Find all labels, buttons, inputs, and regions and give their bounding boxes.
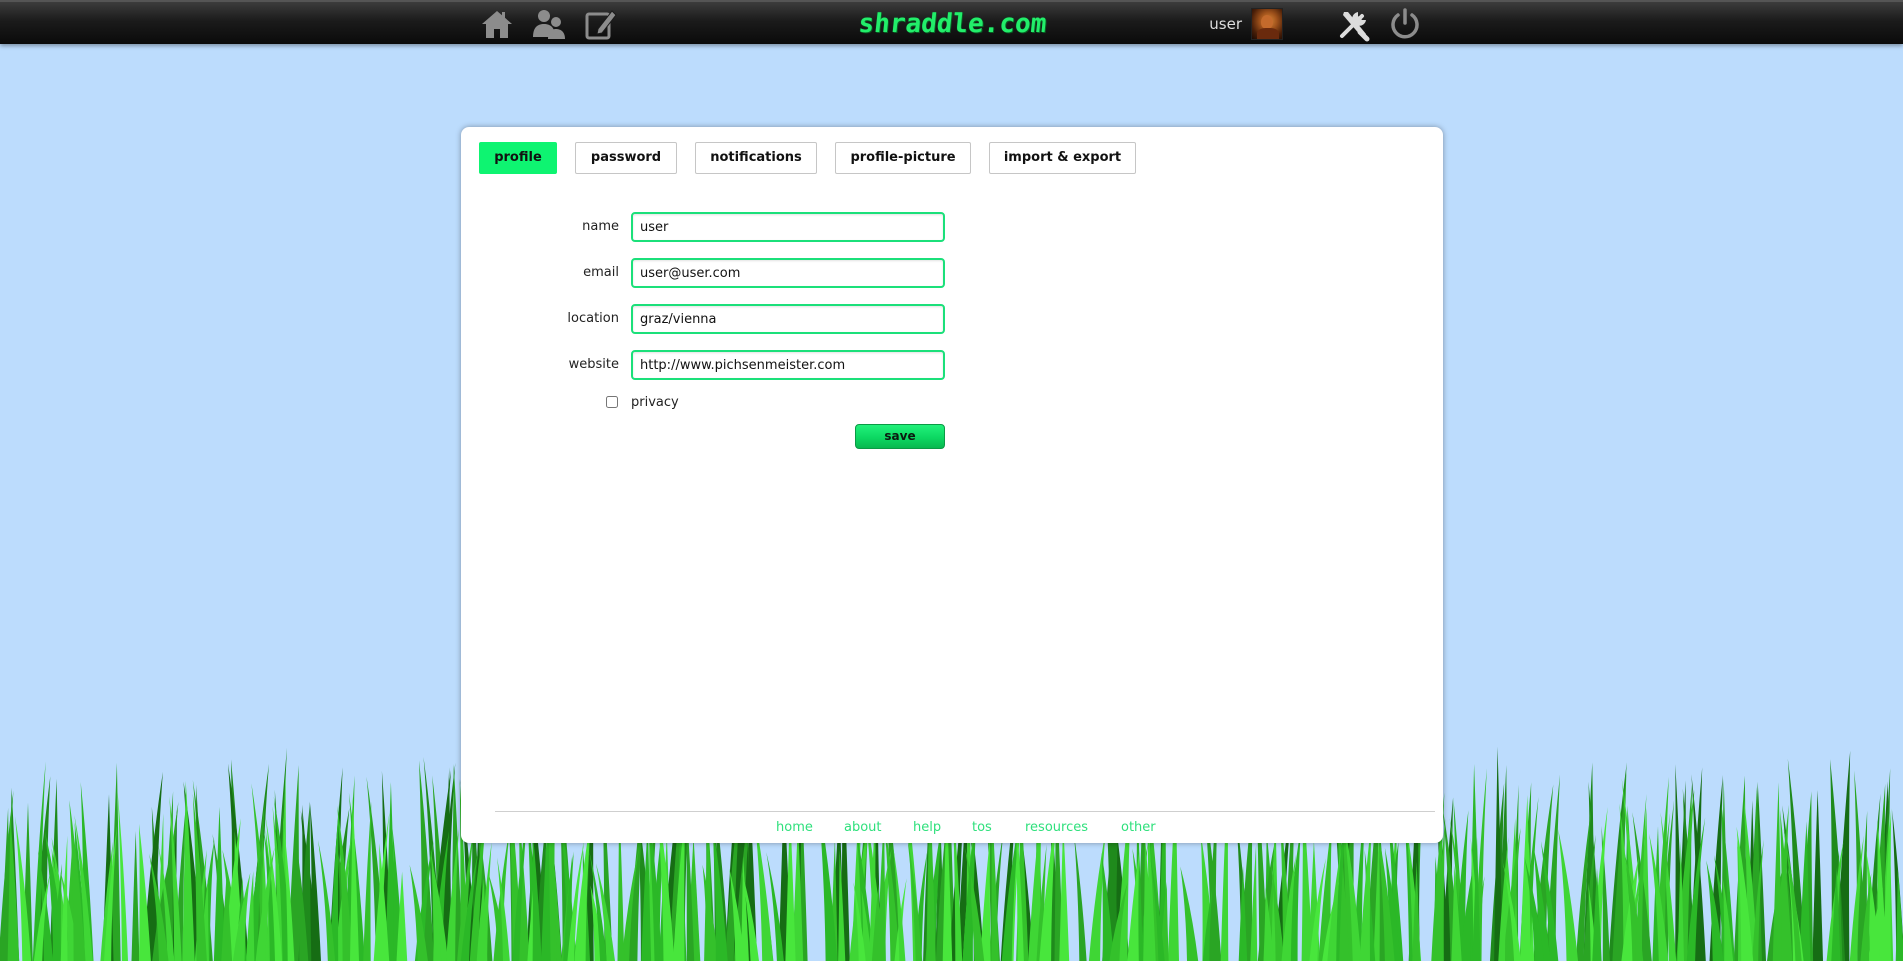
footer-link-tos[interactable]: tos [972, 819, 992, 837]
user-avatar[interactable] [1251, 8, 1283, 40]
friends-icon[interactable] [531, 6, 567, 42]
privacy-checkbox[interactable] [606, 396, 618, 408]
footer-link-help[interactable]: help [913, 819, 941, 837]
tab-password[interactable]: password [575, 142, 677, 174]
footer-link-home[interactable]: home [776, 819, 813, 837]
website-input[interactable] [631, 350, 945, 380]
name-label: name [582, 219, 619, 234]
location-input[interactable] [631, 304, 945, 334]
tools-icon[interactable] [1336, 6, 1372, 42]
top-navigation-bar: shraddle.com user [0, 0, 1903, 44]
tab-import-export[interactable]: import & export [989, 142, 1136, 174]
website-label: website [568, 357, 619, 372]
settings-panel: profile password notifications profile-p… [461, 127, 1443, 843]
tab-profile-picture[interactable]: profile-picture [835, 142, 971, 174]
footer-link-resources[interactable]: resources [1025, 819, 1088, 837]
current-username[interactable]: user [1190, 14, 1242, 34]
footer-divider [495, 811, 1435, 812]
edit-icon[interactable] [583, 6, 619, 42]
name-input[interactable] [631, 212, 945, 242]
tab-notifications[interactable]: notifications [695, 142, 817, 174]
save-button[interactable]: save [855, 424, 945, 449]
location-label: location [567, 311, 619, 326]
privacy-label[interactable]: privacy [631, 393, 679, 413]
email-label: email [583, 265, 619, 280]
home-icon[interactable] [479, 6, 515, 42]
footer-link-about[interactable]: about [844, 819, 882, 837]
email-input[interactable] [631, 258, 945, 288]
footer-link-other[interactable]: other [1121, 819, 1156, 837]
footer-links: home about help tos resources other [461, 819, 1443, 839]
site-logo[interactable]: shraddle.com [853, 8, 1051, 40]
tab-profile[interactable]: profile [479, 142, 557, 174]
power-icon[interactable] [1387, 6, 1423, 42]
